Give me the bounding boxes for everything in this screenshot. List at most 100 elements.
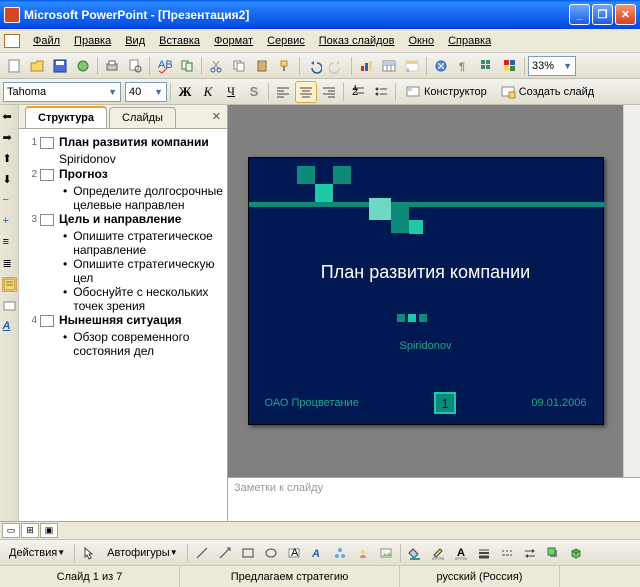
chart-button[interactable] — [355, 55, 377, 77]
autoshapes-menu[interactable]: Автофигуры ▼ — [101, 542, 184, 564]
textbox-button[interactable]: A — [283, 542, 305, 564]
table-button[interactable] — [378, 55, 400, 77]
slide-canvas[interactable]: План развития компании Spiridonov ОАО Пр… — [228, 105, 623, 477]
rectangle-button[interactable] — [237, 542, 259, 564]
menu-insert[interactable]: Вставка — [152, 32, 207, 50]
show-formatting-button[interactable] — [2, 298, 17, 313]
new-button[interactable] — [3, 55, 25, 77]
collapse-button[interactable]: − — [2, 193, 17, 208]
designer-button[interactable]: Конструктор — [399, 81, 493, 103]
menu-window[interactable]: Окно — [402, 32, 442, 50]
undo-button[interactable] — [303, 55, 325, 77]
line-style-button[interactable] — [473, 542, 495, 564]
color-button[interactable] — [499, 55, 521, 77]
collapse-all-button[interactable]: ≡ — [2, 235, 17, 250]
menu-edit[interactable]: Правка — [67, 32, 118, 50]
align-left-button[interactable] — [272, 81, 294, 103]
clipart-button[interactable] — [352, 542, 374, 564]
tab-slides[interactable]: Слайды — [109, 107, 176, 128]
paste-button[interactable] — [251, 55, 273, 77]
notes-pane[interactable]: Заметки к слайду — [228, 477, 640, 521]
outline-item[interactable]: 1План развития компании — [23, 135, 223, 150]
outline-bullet[interactable]: Определите долгосрочные целевые направле… — [63, 184, 223, 212]
summary-button[interactable] — [2, 277, 17, 292]
outline-bullet[interactable]: Обоснуйте с нескольких точек зрения — [63, 285, 223, 313]
outline-item[interactable]: 3Цель и направление — [23, 212, 223, 227]
redo-button[interactable] — [326, 55, 348, 77]
normal-view-button[interactable]: ▭ — [2, 523, 20, 538]
move-up-button[interactable]: ⬆ — [2, 151, 17, 166]
outline-item[interactable]: 4Нынешняя ситуация — [23, 313, 223, 328]
align-center-button[interactable] — [295, 81, 317, 103]
outline-bullet[interactable]: Обзор современного состояния дел — [63, 330, 223, 358]
font-size-combo[interactable]: 40▼ — [125, 82, 167, 102]
preview-button[interactable] — [124, 55, 146, 77]
move-down-button[interactable]: ⬇ — [2, 172, 17, 187]
expand-all-button[interactable]: ≣ — [2, 256, 17, 271]
picture-button[interactable] — [375, 542, 397, 564]
permission-button[interactable] — [72, 55, 94, 77]
demote-button[interactable]: ➡ — [2, 130, 17, 145]
copy-button[interactable] — [228, 55, 250, 77]
actions-menu[interactable]: Действия ▼ — [3, 542, 71, 564]
dash-style-button[interactable] — [496, 542, 518, 564]
open-button[interactable] — [26, 55, 48, 77]
italic-button[interactable]: К — [197, 81, 219, 103]
line-button[interactable] — [191, 542, 213, 564]
tables-borders-button[interactable] — [401, 55, 423, 77]
3d-style-button[interactable] — [565, 542, 587, 564]
slideshow-view-button[interactable]: ▣ — [40, 523, 58, 538]
outline-item[interactable]: 2Прогноз — [23, 167, 223, 182]
menu-file[interactable]: Файл — [26, 32, 67, 50]
toolbar-a-button[interactable]: A — [2, 319, 17, 334]
save-button[interactable] — [49, 55, 71, 77]
maximize-button[interactable]: ❐ — [592, 4, 613, 25]
research-button[interactable] — [176, 55, 198, 77]
expand-button[interactable]: + — [2, 214, 17, 229]
minimize-button[interactable]: _ — [569, 4, 590, 25]
close-button[interactable]: ✕ — [615, 4, 636, 25]
tab-structure[interactable]: Структура — [25, 106, 107, 128]
fill-color-button[interactable] — [404, 542, 426, 564]
sorter-view-button[interactable]: ⊞ — [21, 523, 39, 538]
outline-bullet[interactable]: Опишите стратегическую цел — [63, 257, 223, 285]
arrow-button[interactable] — [214, 542, 236, 564]
promote-button[interactable]: ⬅ — [2, 109, 17, 124]
menu-service[interactable]: Сервис — [260, 32, 312, 50]
bullets-button[interactable] — [370, 81, 392, 103]
menu-format[interactable]: Формат — [207, 32, 260, 50]
font-combo[interactable]: Tahoma▼ — [3, 82, 121, 102]
line-color-button[interactable] — [427, 542, 449, 564]
outline-subtitle[interactable]: Spiridonov — [59, 152, 223, 167]
cut-button[interactable] — [205, 55, 227, 77]
slide-subtitle[interactable]: Spiridonov — [249, 340, 603, 352]
outline-bullet[interactable]: Опишите стратегическое направление — [63, 229, 223, 257]
arrow-style-button[interactable] — [519, 542, 541, 564]
print-button[interactable] — [101, 55, 123, 77]
menu-view[interactable]: Вид — [118, 32, 152, 50]
zoom-combo[interactable]: 33%▼ — [528, 56, 576, 76]
underline-button[interactable]: Ч — [220, 81, 242, 103]
oval-button[interactable] — [260, 542, 282, 564]
diagram-button[interactable] — [329, 542, 351, 564]
select-button[interactable] — [78, 542, 100, 564]
font-color-button[interactable]: A — [450, 542, 472, 564]
spelling-button[interactable]: ABC — [153, 55, 175, 77]
shadow-style-button[interactable] — [542, 542, 564, 564]
slide[interactable]: План развития компании Spiridonov ОАО Пр… — [248, 157, 604, 425]
expand-button[interactable]: ¶ — [453, 55, 475, 77]
format-painter-button[interactable] — [274, 55, 296, 77]
slide-title[interactable]: План развития компании — [249, 262, 603, 283]
vertical-scrollbar[interactable] — [623, 105, 640, 477]
menu-slideshow[interactable]: Показ слайдов — [312, 32, 402, 50]
menu-help[interactable]: Справка — [441, 32, 498, 50]
grid-button[interactable] — [476, 55, 498, 77]
bold-button[interactable]: Ж — [174, 81, 196, 103]
hyperlink-button[interactable] — [430, 55, 452, 77]
shadow-button[interactable]: S — [243, 81, 265, 103]
close-pane-button[interactable]: ✕ — [212, 110, 221, 123]
align-right-button[interactable] — [318, 81, 340, 103]
wordart-button[interactable]: A — [306, 542, 328, 564]
mdi-icon[interactable] — [4, 34, 20, 48]
numbering-button[interactable]: 12 — [347, 81, 369, 103]
